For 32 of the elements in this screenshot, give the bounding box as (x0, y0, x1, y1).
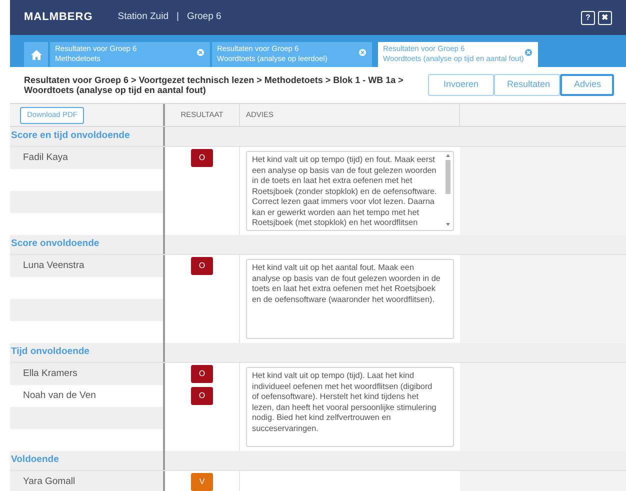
result-badge: O (191, 387, 213, 405)
advice-text-area[interactable]: Het kind valt uit op tempo (tijd). Laat het kind individueel oefenen met het woordflitsen (digibord of oefensoftware). Herstelt het kind tijdens het lezen, dan heeft het vooral persoonlijke stimulering nodig. Bied het kind zelfvertrouwen en succeservaringen. (246, 367, 454, 447)
student-name: Luna Veenstra (23, 258, 84, 273)
close-button[interactable]: ✖ (598, 10, 612, 24)
result-badge: O (191, 365, 213, 383)
logo: MALMBERG (24, 10, 93, 26)
home-tab[interactable] (24, 42, 48, 67)
home-icon (30, 50, 42, 60)
group-name: Groep 6 (186, 10, 222, 24)
scrollbar-drawing[interactable] (444, 153, 452, 227)
student-name: Yara Gomall (23, 474, 76, 489)
result-badge: O (191, 149, 213, 167)
group-heading: Voldoende (11, 453, 59, 468)
advice-text-area[interactable]: Het kind valt uit op tempo (tijd) en fout. Maak eerst een analyse op basis van de fout gelezen woorden in de toets en laat het extra oefenen met het Roetsjboek (zonder stopklok) en de oefensoftware. Correct lezen gaat immers voor vlot lezen. Daarna kan er gewerkt worden aan het tempo met het Roetsjboek (met stopklok) en het woordflitsen (246, 151, 454, 231)
view-button[interactable]: Advies (560, 74, 614, 96)
school-name: Station Zuid (118, 10, 168, 24)
view-button[interactable]: Resultaten (494, 74, 560, 96)
view-button[interactable]: Invoeren (428, 74, 494, 96)
help-button[interactable]: ? (581, 10, 595, 24)
group-heading: Score en tijd onvoldoende (11, 129, 130, 144)
breadcrumb: Resultaten voor Groep 6 > Voortgezet technisch lezen > Methodetoets > Blok 1 - WB 1a > Woordtoets (analyse op tijd en aantal fout) (24, 75, 404, 95)
close-icon[interactable] (197, 49, 204, 56)
result-badge: V (191, 473, 213, 491)
student-name: Fadil Kaya (23, 150, 68, 165)
group-heading: Score onvoldoende (11, 237, 100, 252)
result-badge: O (191, 257, 213, 275)
group-heading: Tijd onvoldoende (11, 345, 90, 360)
student-name: Ella Kramers (23, 366, 78, 381)
separator: | (176, 10, 179, 24)
close-icon[interactable] (359, 49, 366, 56)
advice-text-area[interactable]: Het kind valt uit op het aantal fout. Maak een analyse op basis van de fout gelezen woorden in de toets en laat het extra oefenen met het Roetsjboek en de oefensoftware (waaronder het woordflitsen). (246, 259, 454, 339)
student-name: Noah van de Ven (23, 388, 96, 403)
